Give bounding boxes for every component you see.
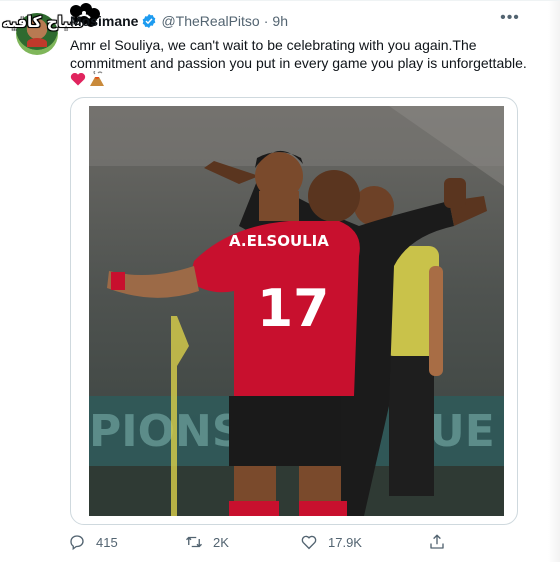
tweet-text: Amr el Souliya, we can't wait to be cele… [70,37,527,71]
share-icon [430,534,444,549]
shirt-number: 17 [257,279,329,339]
more-options-icon[interactable]: ••• [500,10,520,31]
retweet-count: 2K [213,534,229,550]
banner-text: PIONS [89,406,244,457]
tweet-photo[interactable]: PIONS UE A.ELSOULIA 17 [89,106,504,516]
scroll-edge-shadow [548,1,560,562]
action-bar: 415 2K 17.9K [68,533,448,553]
heart-emoji-icon [70,72,86,86]
like-count: 17.9K [328,534,362,550]
reply-button[interactable]: 415 [68,533,118,551]
tweet-header: Mosimane @TheRealPitso · 9h [70,13,288,29]
reply-icon [70,535,84,551]
retweet-icon [186,536,202,548]
shirt-name: A.ELSOULIA [229,232,329,250]
share-button[interactable] [428,533,456,551]
media-card[interactable]: PIONS UE A.ELSOULIA 17 [70,97,518,525]
banner-text-right: UE [429,406,495,457]
emoji-row [70,71,105,87]
display-name[interactable]: Mosimane [70,13,138,29]
tweet-timestamp[interactable]: 9h [272,13,288,29]
heart-icon [301,535,317,550]
user-handle[interactable]: @TheRealPitso [161,13,259,29]
tweet-card[interactable]: صباح كافيه Mosimane @TheRealPitso · 9h •… [0,0,560,562]
like-button[interactable]: 17.9K [300,533,362,551]
retweet-button[interactable]: 2K [185,533,229,551]
verified-badge-icon [143,14,156,28]
volcano-emoji-icon [90,71,104,86]
reply-count: 415 [96,534,118,550]
meta-separator: · [263,13,269,29]
